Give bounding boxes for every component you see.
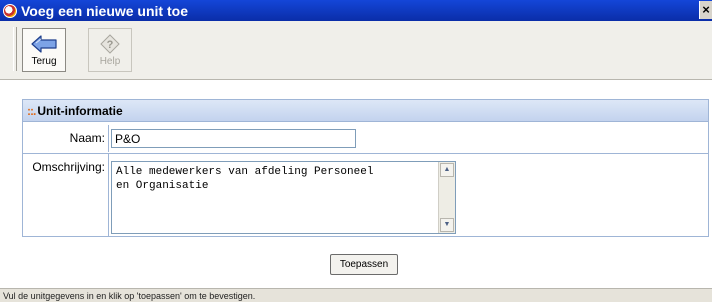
window-title: Voeg een nieuwe unit toe <box>21 2 188 19</box>
toolbar: Terug ? Help <box>0 21 712 80</box>
description-row: Omschrijving: Alle medewerkers van afdel… <box>23 153 708 237</box>
section-title: Unit-informatie <box>37 103 123 118</box>
name-row: Naam: <box>23 125 708 152</box>
window-titlebar: Voeg een nieuwe unit toe × <box>0 0 712 21</box>
help-label: Help <box>99 56 121 67</box>
back-label: Terug <box>31 56 57 67</box>
name-label: Naam: <box>23 125 109 152</box>
section-marker: ::. <box>27 103 36 118</box>
unit-info-panel: ::. Unit-informatie Naam: Omschrijving: … <box>22 99 709 237</box>
description-scrollbar[interactable]: ▲ ▼ <box>438 162 455 233</box>
scroll-up-icon[interactable]: ▲ <box>440 163 454 177</box>
arrow-left-icon <box>31 35 57 53</box>
toolbar-grip[interactable] <box>13 27 17 71</box>
svg-text:?: ? <box>107 39 114 51</box>
description-label: Omschrijving: <box>23 154 109 237</box>
section-header: ::. Unit-informatie <box>23 100 708 122</box>
scroll-down-icon[interactable]: ▼ <box>440 218 454 232</box>
help-button[interactable]: ? Help <box>88 28 132 72</box>
name-input[interactable] <box>111 129 356 148</box>
help-question-icon: ? <box>100 34 120 54</box>
apply-button[interactable]: Toepassen <box>330 254 398 275</box>
app-logo-icon <box>3 3 17 18</box>
back-button[interactable]: Terug <box>22 28 66 72</box>
description-text: Alle medewerkers van afdeling Personeel … <box>116 166 374 192</box>
close-button[interactable]: × <box>699 1 712 19</box>
status-bar: Vul de unitgegevens in en klik op 'toepa… <box>0 288 712 302</box>
description-textarea[interactable]: Alle medewerkers van afdeling Personeel … <box>111 161 456 234</box>
